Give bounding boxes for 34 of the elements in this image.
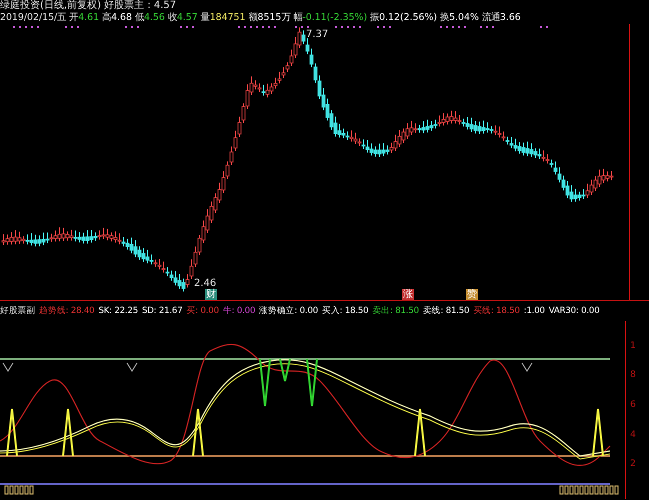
quote-value: 低4.56 xyxy=(134,12,165,24)
axis-label: 1 xyxy=(630,340,637,351)
indicator-value: 趋势线: 28.40 xyxy=(39,305,94,317)
indicator-value: 牛: 0.00 xyxy=(222,305,256,317)
high-price-label: 7.37 xyxy=(306,29,328,40)
axis-label: 6 xyxy=(630,400,637,410)
axis-label: 8 xyxy=(630,370,637,380)
axis-label: 4 xyxy=(630,430,637,440)
indicator-value: 卖出: 81.50 xyxy=(372,305,419,317)
signal-marker: 赞 xyxy=(466,289,478,300)
indicator-value: 涨势确立: 0.00 xyxy=(259,305,318,317)
indicator-value: :1.00 xyxy=(524,306,545,316)
quote-value: 高4.68 xyxy=(102,12,132,24)
quote-value: 换5.04% xyxy=(440,12,479,24)
indicator-value: 买线: 18.50 xyxy=(473,305,520,317)
indicator-value: SD: 21.67 xyxy=(142,306,182,316)
axis-label: 2 xyxy=(630,459,637,470)
quote-value: 2019/02/15/五 xyxy=(0,12,66,24)
indicator-value: 买入: 18.50 xyxy=(322,305,368,317)
low-price-label: 2.46 xyxy=(194,278,216,289)
quote-value: 额8515万 xyxy=(248,12,290,24)
signal-marker: 涨 xyxy=(402,289,414,300)
indicator-value: 卖线: 81.50 xyxy=(422,305,470,317)
indicator-value: VAR30: 0.00 xyxy=(548,306,600,316)
indicator-name: 好股票副 xyxy=(0,305,36,317)
quote-value: 开4.61 xyxy=(69,12,100,24)
quote-value: 振0.12(2.56%) xyxy=(370,12,438,24)
indicator-value: SK: 22.25 xyxy=(98,306,138,316)
quote-value: 收4.57 xyxy=(168,12,198,24)
quote-value: 幅-0.11(-2.35%) xyxy=(293,12,368,24)
quote-value: 量184751 xyxy=(200,12,246,24)
quote-value: 流通3.66 xyxy=(482,12,521,24)
signal-marker: 财 xyxy=(205,289,217,300)
indicator-value: 买: 0.00 xyxy=(186,305,219,317)
